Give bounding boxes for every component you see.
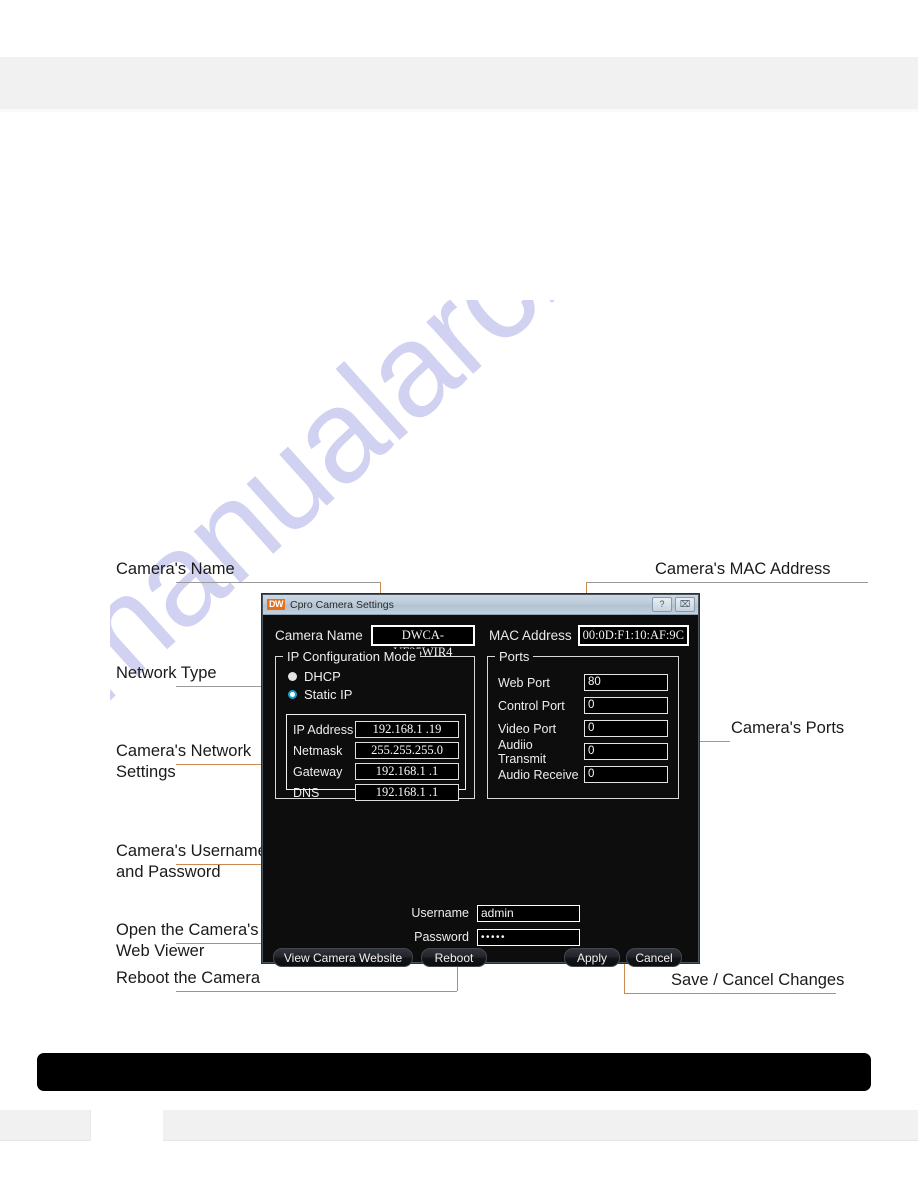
field-control-port[interactable]: Control Port 0: [498, 694, 668, 717]
field-gateway[interactable]: Gateway 192.168.1 .1: [293, 761, 459, 782]
field-audio-transmit[interactable]: Audiio Transmit 0: [498, 737, 668, 766]
annotation-web-viewer: Open the Camera's Web Viewer: [116, 921, 259, 960]
control-port-label: Control Port: [498, 698, 565, 713]
field-dns[interactable]: DNS 192.168.1 .1: [293, 782, 459, 803]
mac-address-input[interactable]: 00:0D:F1:10:AF:9C: [577, 625, 689, 646]
audio-receive-label: Audio Receive: [498, 767, 579, 782]
annotation-camera-name: Camera's Name: [116, 560, 235, 578]
dialog-title: Cpro Camera Settings: [290, 598, 394, 611]
video-port-label: Video Port: [498, 721, 557, 736]
identity-row: Camera Name DWCA-VF25WIR4 MAC Address 00…: [275, 625, 689, 659]
ports-title: Ports: [495, 649, 534, 664]
netmask-label: Netmask: [293, 743, 343, 758]
field-ip-address[interactable]: IP Address 192.168.1 .19: [293, 719, 459, 740]
radio-static-ip-label: Static IP: [304, 687, 353, 702]
audio-transmit-label: Audiio Transmit: [498, 737, 547, 766]
dialog-button-row: View Camera Website Reboot Apply Cancel: [273, 948, 690, 968]
ports-group: Ports Web Port 80 Control Port 0 Video P…: [487, 649, 679, 799]
view-camera-website-button[interactable]: View Camera Website: [273, 948, 413, 967]
leader-line-camera-name-h: [176, 582, 380, 583]
ip-address-input[interactable]: 192.168.1 .19: [355, 721, 459, 738]
annotation-save-cancel: Save / Cancel Changes: [671, 971, 845, 989]
mac-address-label: MAC Address: [489, 628, 572, 643]
ip-address-label: IP Address: [293, 722, 354, 737]
username-label: Username: [411, 906, 469, 920]
audio-transmit-input[interactable]: 0: [584, 743, 668, 760]
dialog-titlebar[interactable]: DW Cpro Camera Settings ? ⌧: [263, 595, 698, 615]
ports-fields: Web Port 80 Control Port 0 Video Port 0 …: [498, 671, 668, 786]
page-footer-black-bar: [37, 1053, 871, 1091]
web-port-label: Web Port: [498, 675, 550, 690]
video-port-input[interactable]: 0: [584, 720, 668, 737]
annotation-network-type: Network Type: [116, 664, 217, 682]
cancel-button[interactable]: Cancel: [626, 948, 682, 967]
credentials-section: Username admin Password •••••: [403, 903, 580, 951]
camera-name-input[interactable]: DWCA-VF25WIR4: [370, 625, 476, 659]
page-footer-right-band: [163, 1110, 918, 1141]
annotation-network-settings: Camera's Network Settings: [116, 742, 252, 781]
annotation-credentials: Camera's Username and Password: [116, 842, 267, 881]
dns-label: DNS: [293, 785, 320, 800]
gateway-input[interactable]: 192.168.1 .1: [355, 763, 459, 780]
help-icon[interactable]: ?: [652, 597, 672, 612]
password-input[interactable]: •••••: [477, 928, 580, 946]
control-port-input[interactable]: 0: [584, 697, 668, 714]
reboot-button[interactable]: Reboot: [421, 948, 487, 967]
radio-dhcp[interactable]: DHCP: [288, 669, 352, 684]
page-header-band: [0, 57, 918, 109]
static-ip-fields: IP Address 192.168.1 .19 Netmask 255.255…: [286, 714, 466, 801]
leader-line-save-cancel-h: [624, 993, 836, 994]
gateway-label: Gateway: [293, 764, 343, 779]
dw-logo-icon: DW: [267, 599, 285, 610]
close-icon[interactable]: ⌧: [675, 597, 695, 612]
leader-line-mac-address-h: [586, 582, 868, 583]
page-footer-left-band: [0, 1110, 91, 1141]
ip-configuration-group: IP Configuration Mode DHCP Static IP IP …: [275, 649, 475, 801]
field-audio-receive[interactable]: Audio Receive 0: [498, 763, 668, 786]
camera-settings-dialog: DW Cpro Camera Settings ? ⌧ Camera Name …: [262, 594, 699, 967]
annotation-reboot: Reboot the Camera: [116, 969, 260, 987]
dialog-body: Camera Name DWCA-VF25WIR4 MAC Address 00…: [263, 615, 698, 967]
radio-static-ip-icon: [288, 690, 297, 699]
camera-name-label: Camera Name: [275, 628, 363, 643]
ip-configuration-title: IP Configuration Mode: [283, 649, 421, 664]
password-label: Password: [414, 930, 469, 944]
leader-line-reboot-h: [176, 991, 457, 992]
apply-button[interactable]: Apply: [564, 948, 620, 967]
netmask-input[interactable]: 255.255.255.0: [355, 742, 459, 759]
field-username[interactable]: Username admin: [403, 903, 580, 923]
audio-receive-input[interactable]: 0: [584, 766, 668, 783]
radio-dhcp-icon: [288, 672, 297, 681]
username-input[interactable]: admin: [477, 904, 580, 922]
annotation-mac-address: Camera's MAC Address: [655, 560, 831, 578]
page-header-band-shadow: [0, 109, 918, 112]
field-netmask[interactable]: Netmask 255.255.255.0: [293, 740, 459, 761]
titlebar-buttons: ? ⌧: [652, 597, 695, 612]
field-password[interactable]: Password •••••: [403, 927, 580, 947]
annotation-ports: Camera's Ports: [731, 719, 845, 737]
radio-static-ip[interactable]: Static IP: [288, 687, 352, 702]
field-web-port[interactable]: Web Port 80: [498, 671, 668, 694]
web-port-input[interactable]: 80: [584, 674, 668, 691]
dns-input[interactable]: 192.168.1 .1: [355, 784, 459, 801]
ip-mode-radios: DHCP Static IP: [288, 669, 352, 705]
radio-dhcp-label: DHCP: [304, 669, 341, 684]
